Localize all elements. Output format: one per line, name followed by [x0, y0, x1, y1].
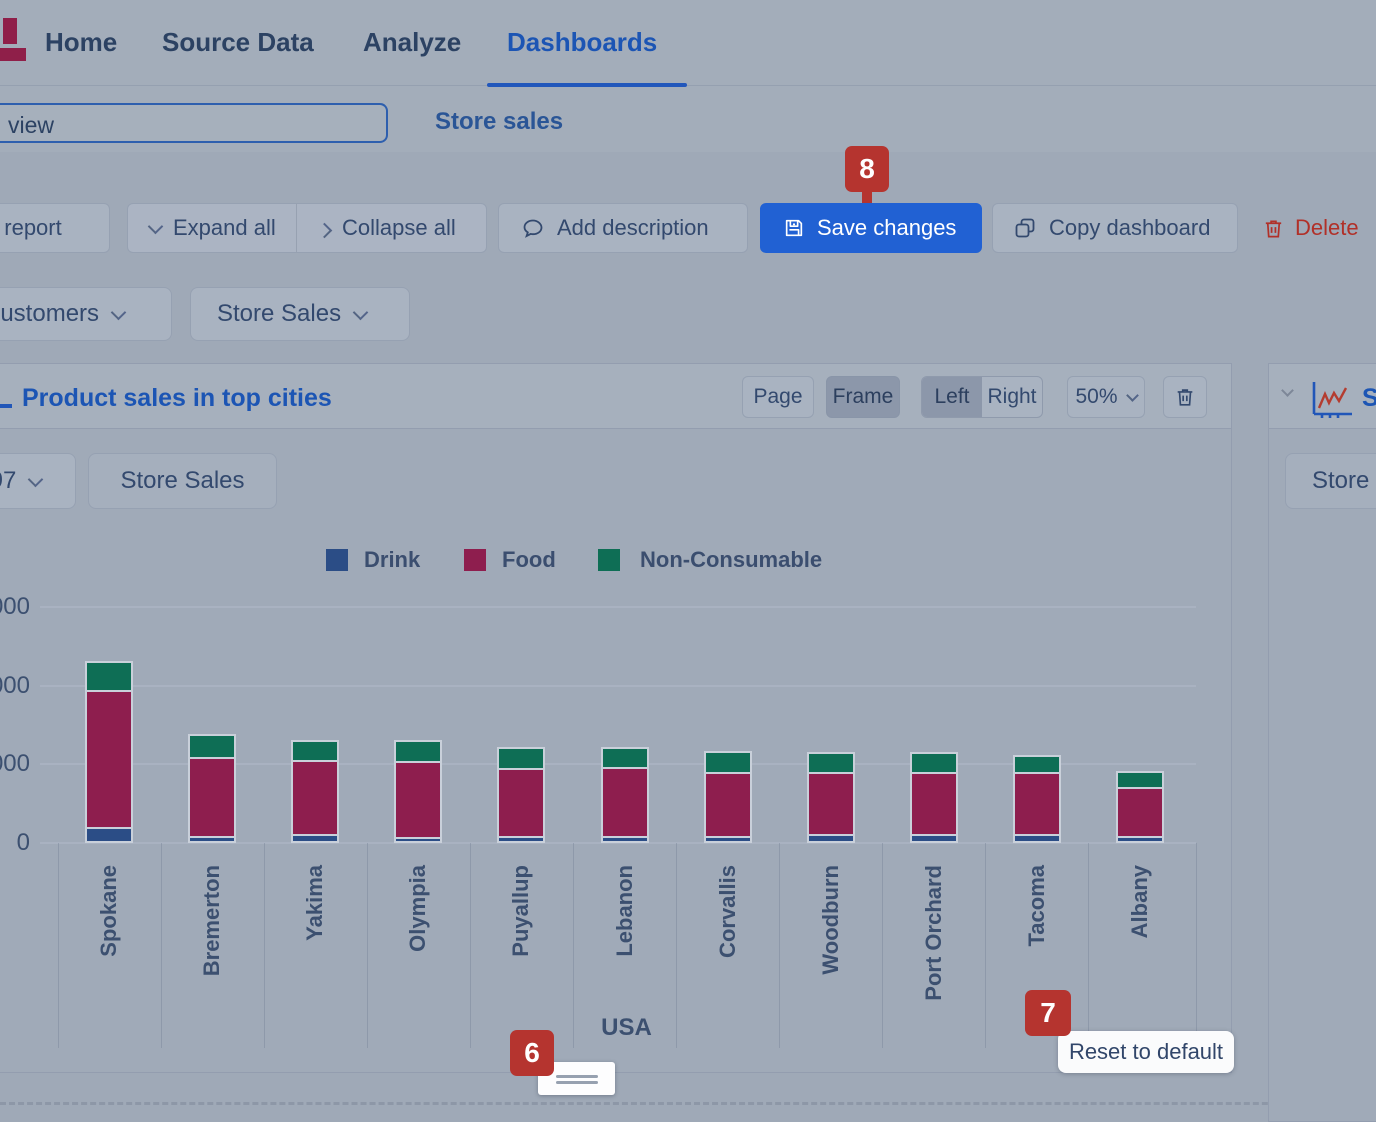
x-category-label: Spokane — [96, 865, 122, 957]
reset-to-default-tooltip[interactable]: Reset to default — [1058, 1031, 1234, 1073]
bar-segment-food[interactable] — [912, 772, 956, 835]
bar-segment-non-consumable[interactable] — [87, 663, 131, 690]
x-category-label: Olympia — [405, 865, 431, 952]
bar-segment-non-consumable[interactable] — [809, 754, 853, 771]
bar-segment-non-consumable[interactable] — [603, 749, 647, 767]
x-category-label: Corvallis — [715, 865, 741, 958]
category-separator — [1196, 843, 1197, 1048]
x-category-label: Port Orchard — [921, 865, 947, 1001]
bar-segment-food[interactable] — [809, 772, 853, 835]
bar-segment-food[interactable] — [190, 757, 234, 836]
y-tick-label: 0 — [0, 829, 30, 857]
bar-segment-non-consumable[interactable] — [1118, 773, 1162, 787]
bar-segment-non-consumable[interactable] — [1015, 757, 1059, 772]
bar-segment-food[interactable] — [87, 690, 131, 827]
bar-bremerton[interactable] — [188, 734, 236, 843]
bar-segment-drink[interactable] — [706, 836, 750, 841]
gridline — [40, 606, 1196, 608]
bar-tacoma[interactable] — [1013, 755, 1061, 843]
drop-zone-dashed-line — [0, 1102, 1376, 1105]
bar-yakima[interactable] — [291, 740, 339, 843]
bar-segment-non-consumable[interactable] — [190, 736, 234, 757]
bar-segment-drink[interactable] — [293, 834, 337, 841]
bar-segment-non-consumable[interactable] — [396, 742, 440, 761]
bar-segment-drink[interactable] — [809, 834, 853, 841]
stacked-bar-chart: 0 2,000 4,000 6,000 Spokane Bremerton Yakima Ol… — [0, 0, 1376, 1122]
right-measure-filter[interactable]: Store — [1285, 453, 1376, 509]
bar-segment-food[interactable] — [706, 772, 750, 836]
right-measure-filter-label: Store — [1312, 467, 1369, 495]
bar-olympia[interactable] — [394, 740, 442, 843]
x-category-label: Albany — [1127, 865, 1153, 938]
bar-lebanon[interactable] — [601, 747, 649, 843]
x-category-label: Woodburn — [818, 865, 844, 975]
bar-segment-drink[interactable] — [87, 827, 131, 841]
bar-segment-food[interactable] — [1118, 787, 1162, 836]
y-tick-label: 2,000 — [0, 750, 30, 778]
gridline — [40, 685, 1196, 687]
bar-woodburn[interactable] — [807, 752, 855, 843]
annotation-badge-8: 8 — [845, 146, 889, 192]
line-chart-icon — [1311, 380, 1355, 420]
bar-segment-food[interactable] — [499, 768, 543, 836]
bar-segment-drink[interactable] — [912, 834, 956, 841]
annotation-badge-7: 7 — [1025, 990, 1071, 1036]
bar-segment-food[interactable] — [396, 761, 440, 837]
bar-albany[interactable] — [1116, 771, 1164, 843]
bar-segment-non-consumable[interactable] — [293, 742, 337, 760]
x-category-label: Yakima — [302, 865, 328, 941]
handle-line — [556, 1075, 598, 1078]
y-tick-label: 6,000 — [0, 593, 30, 621]
right-report-title-link[interactable]: S — [1362, 384, 1376, 413]
annotation-badge-6: 6 — [510, 1030, 554, 1076]
bar-segment-drink[interactable] — [1015, 834, 1059, 841]
bar-spokane[interactable] — [85, 661, 133, 843]
bar-segment-drink[interactable] — [499, 836, 543, 841]
bar-segment-non-consumable[interactable] — [912, 754, 956, 771]
bar-segment-food[interactable] — [603, 767, 647, 836]
x-category-label: Bremerton — [199, 865, 225, 976]
x-category-label: Puyallup — [508, 865, 534, 957]
y-tick-label: 4,000 — [0, 672, 30, 700]
bar-segment-drink[interactable] — [603, 836, 647, 841]
bar-segment-non-consumable[interactable] — [499, 749, 543, 767]
bar-corvallis[interactable] — [704, 751, 752, 843]
bar-segment-drink[interactable] — [190, 836, 234, 841]
bar-segment-drink[interactable] — [396, 837, 440, 841]
x-category-label: Lebanon — [612, 865, 638, 957]
x-category-label: Tacoma — [1024, 865, 1050, 947]
bar-port-orchard[interactable] — [910, 752, 958, 843]
bar-puyallup[interactable] — [497, 747, 545, 843]
handle-line — [556, 1081, 598, 1084]
dashboard-page: Home Source Data Analyze Dashboards view… — [0, 0, 1376, 1122]
bar-segment-non-consumable[interactable] — [706, 753, 750, 772]
bar-segment-food[interactable] — [1015, 772, 1059, 834]
bar-segment-drink[interactable] — [1118, 836, 1162, 841]
bar-segment-food[interactable] — [293, 760, 337, 834]
